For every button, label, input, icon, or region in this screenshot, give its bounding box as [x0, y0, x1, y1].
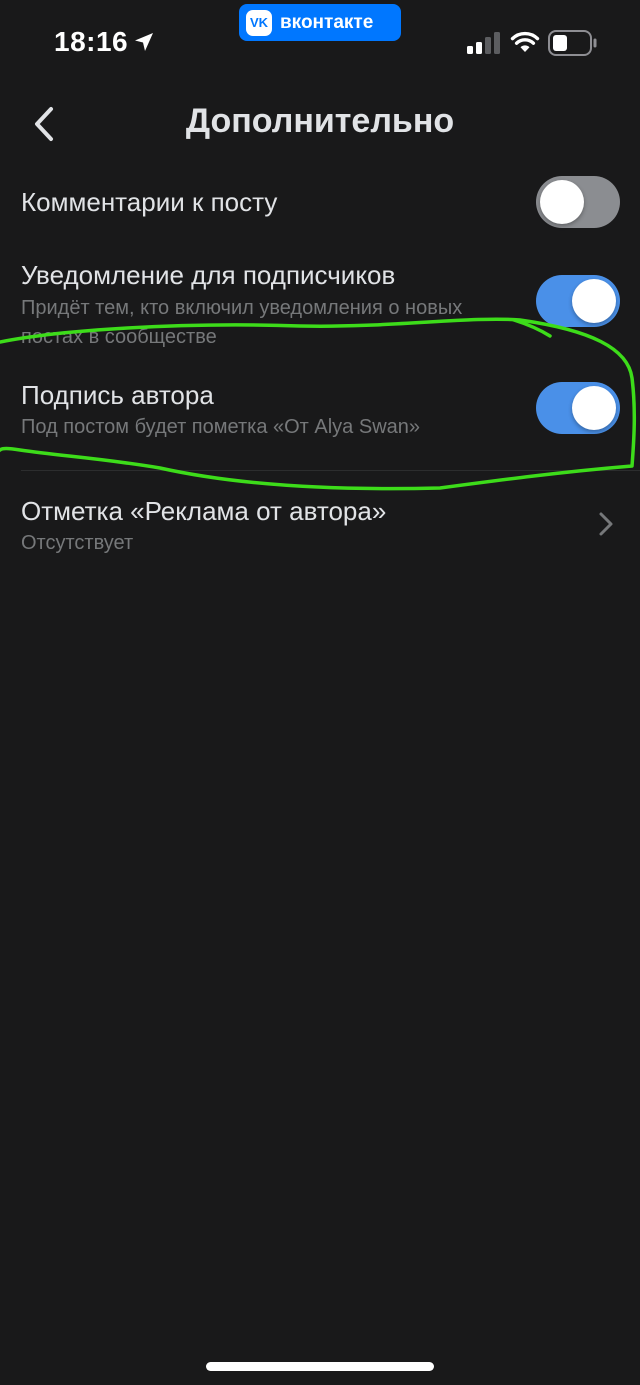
toggle-knob — [540, 180, 584, 224]
status-bar: 18:16 VK вконтакте — [0, 0, 640, 88]
battery-icon — [548, 30, 597, 56]
comments-toggle[interactable] — [536, 176, 620, 228]
setting-row-post-comments[interactable]: Комментарии к посту — [0, 160, 640, 246]
author-signature-toggle[interactable] — [536, 382, 620, 434]
settings-list: Комментарии к посту Уведомление для подп… — [0, 160, 640, 576]
setting-subtitle: Придёт тем, кто включил уведомления о но… — [21, 297, 463, 348]
page-title: Дополнительно — [185, 102, 455, 140]
setting-title: Отметка «Реклама от автора» — [21, 496, 387, 526]
setting-row-author-signature[interactable]: Подпись автора Под постом будет пометка … — [0, 358, 640, 471]
setting-title: Комментарии к посту — [21, 187, 278, 217]
status-time: 18:16 — [54, 26, 129, 57]
setting-title: Подпись автора — [21, 380, 214, 410]
toggle-knob — [572, 279, 616, 323]
wifi-icon — [510, 31, 540, 52]
setting-subtitle: Отсутствует — [21, 532, 134, 554]
app-badge-label: вконтакте — [280, 11, 374, 33]
vk-logo-icon: VK — [246, 9, 272, 36]
setting-row-subscriber-notification[interactable]: Уведомление для подписчиков Придёт тем, … — [0, 246, 640, 358]
home-indicator[interactable] — [206, 1362, 434, 1371]
subscriber-notification-toggle[interactable] — [536, 275, 620, 327]
toggle-knob — [572, 386, 616, 430]
chevron-right-icon — [599, 512, 613, 536]
setting-title: Уведомление для подписчиков — [21, 260, 396, 290]
nav-bar: Дополнительно — [0, 88, 640, 158]
app-badge[interactable]: VK вконтакте — [239, 4, 401, 41]
location-arrow-icon — [135, 33, 153, 51]
setting-subtitle: Под постом будет пометка «От Alya Swan» — [21, 416, 421, 438]
setting-row-author-ad-mark[interactable]: Отметка «Реклама от автора» Отсутствует — [0, 466, 640, 576]
cellular-signal-icon — [467, 32, 500, 54]
